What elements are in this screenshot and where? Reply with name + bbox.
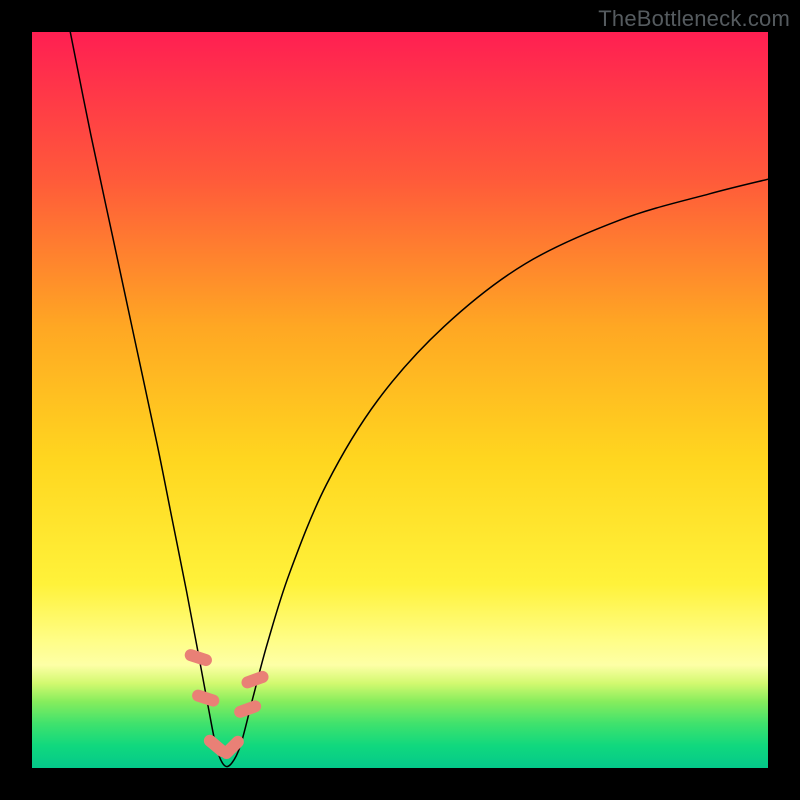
gradient-background	[32, 32, 768, 768]
plot-area	[32, 32, 768, 768]
watermark-text: TheBottleneck.com	[598, 6, 790, 32]
chart-frame: TheBottleneck.com	[0, 0, 800, 800]
bottleneck-chart	[32, 32, 768, 768]
